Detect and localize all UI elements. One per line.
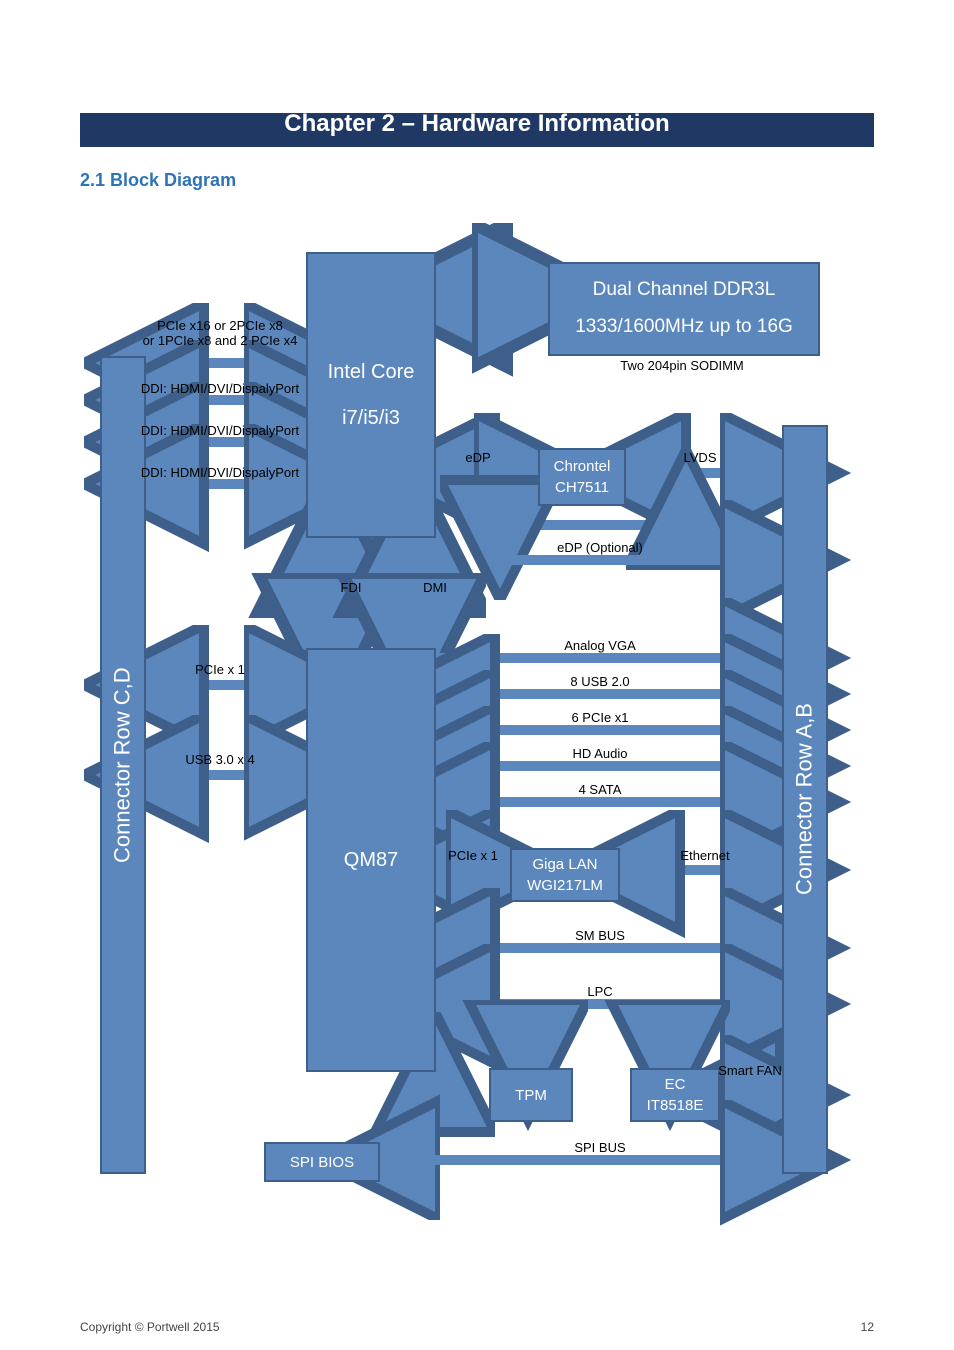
label-ddi1: DDI: HDMI/DVI/DispalyPort <box>140 381 300 396</box>
label-sodimm: Two 204pin SODIMM <box>548 358 816 373</box>
chrontel-line2: CH7511 <box>555 477 609 498</box>
tpm-label: TPM <box>515 1085 547 1106</box>
label-spi-bus: SPI BUS <box>470 1140 730 1155</box>
label-pcie6: 6 PCIe x1 <box>470 710 730 725</box>
page-footer-right: 12 <box>861 1320 874 1334</box>
connector-row-cd-label: Connector Row C,D <box>108 667 139 863</box>
label-usb3: USB 3.0 x 4 <box>160 752 280 767</box>
label-pcie-modes: PCIe x16 or 2PCIe x8 or 1PCIe x8 and 2 P… <box>140 318 300 348</box>
page: Chapter 2 – Hardware Information 2.1 Blo… <box>0 0 954 1350</box>
label-hdaudio: HD Audio <box>470 746 730 761</box>
label-edp: eDP <box>448 450 508 465</box>
cpu-line1: Intel Core <box>328 358 415 386</box>
label-pcie-x1-left: PCIe x 1 <box>160 662 280 677</box>
cpu-line2: i7/i5/i3 <box>342 404 400 432</box>
mem-line1: Dual Channel DDR3L <box>593 277 776 304</box>
pcie-modes-l1: PCIe x16 or 2PCIe x8 <box>140 318 300 333</box>
chrontel-line1: Chrontel <box>554 456 611 477</box>
ec-line2: IT8518E <box>647 1095 704 1116</box>
spi-bios-label: SPI BIOS <box>290 1152 354 1173</box>
lan-line2: WGI217LM <box>527 875 603 896</box>
label-smart-fan: Smart FAN <box>710 1063 790 1078</box>
label-dmi: DMI <box>420 580 450 595</box>
label-ddi3: DDI: HDMI/DVI/DispalyPort <box>140 465 300 480</box>
memory-block: Dual Channel DDR3L 1333/1600MHz up to 16… <box>548 262 820 356</box>
connector-row-ab-label: Connector Row A,B <box>790 704 821 896</box>
label-lpc: LPC <box>470 984 730 999</box>
label-usb2: 8 USB 2.0 <box>470 674 730 689</box>
label-sata: 4 SATA <box>470 782 730 797</box>
label-fdi: FDI <box>336 580 366 595</box>
label-analog-vga: Analog VGA <box>470 638 730 653</box>
label-pcie-x1-right: PCIe x 1 <box>438 848 508 863</box>
label-ethernet: Ethernet <box>660 848 750 863</box>
lan-line1: Giga LAN <box>532 854 597 875</box>
page-footer-left: Copyright © Portwell 2015 <box>80 1320 220 1334</box>
tpm-block: TPM <box>489 1068 573 1122</box>
label-smbus: SM BUS <box>470 928 730 943</box>
label-ddi2: DDI: HDMI/DVI/DispalyPort <box>140 423 300 438</box>
cpu-block: Intel Core i7/i5/i3 <box>306 252 436 538</box>
ec-line1: EC <box>665 1074 686 1095</box>
label-lvds: LVDS <box>660 450 740 465</box>
ec-block: EC IT8518E <box>630 1068 720 1122</box>
connector-row-ab: Connector Row A,B <box>782 425 828 1174</box>
label-edp-optional: eDP (Optional) <box>520 540 680 555</box>
pch-block: QM87 <box>306 648 436 1072</box>
giga-lan-block: Giga LAN WGI217LM <box>510 848 620 902</box>
chrontel-block: Chrontel CH7511 <box>538 448 626 506</box>
pcie-modes-l2: or 1PCIe x8 and 2 PCIe x4 <box>140 333 300 348</box>
pch-label: QM87 <box>344 846 398 874</box>
mem-line2: 1333/1600MHz up to 16G <box>575 314 793 341</box>
spi-bios-block: SPI BIOS <box>264 1142 380 1182</box>
